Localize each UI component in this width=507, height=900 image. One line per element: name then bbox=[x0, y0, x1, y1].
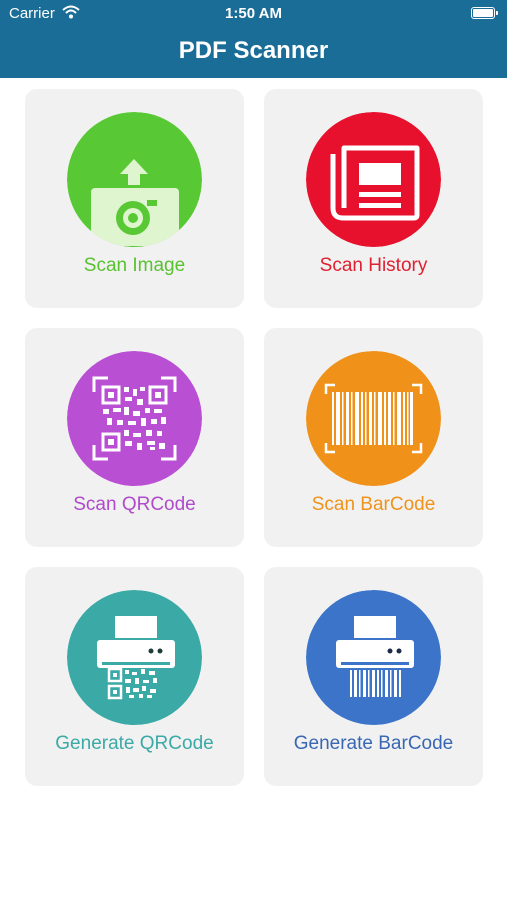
printer-barcode-icon bbox=[306, 590, 441, 725]
generate-qrcode-label: Generate QRCode bbox=[55, 733, 214, 754]
qrcode-icon bbox=[67, 351, 202, 486]
scan-barcode-label: Scan BarCode bbox=[311, 494, 436, 515]
battery-icon bbox=[471, 7, 498, 19]
scan-qrcode-button[interactable]: Scan QRCode bbox=[25, 328, 244, 547]
status-time: 1:50 AM bbox=[225, 5, 282, 22]
status-bar: Carrier 1:50 AM bbox=[0, 0, 507, 28]
camera-upload-icon bbox=[67, 112, 202, 247]
page-title: PDF Scanner bbox=[178, 37, 329, 64]
scan-barcode-button[interactable]: Scan BarCode bbox=[264, 328, 483, 547]
generate-qrcode-button[interactable]: Generate QRCode bbox=[25, 567, 244, 786]
scan-history-button[interactable]: Scan History bbox=[264, 89, 483, 308]
scan-qrcode-label: Scan QRCode bbox=[73, 494, 196, 515]
printer-qrcode-icon bbox=[67, 590, 202, 725]
scan-history-label: Scan History bbox=[319, 255, 428, 276]
generate-barcode-label: Generate BarCode bbox=[293, 733, 454, 754]
scan-image-label: Scan Image bbox=[83, 255, 186, 276]
generate-barcode-button[interactable]: Generate BarCode bbox=[264, 567, 483, 786]
navigation-header: Carrier 1:50 AM PDF Scanner bbox=[0, 0, 507, 78]
scan-image-button[interactable]: Scan Image bbox=[25, 89, 244, 308]
barcode-icon bbox=[306, 351, 441, 486]
newspaper-icon bbox=[306, 112, 441, 247]
